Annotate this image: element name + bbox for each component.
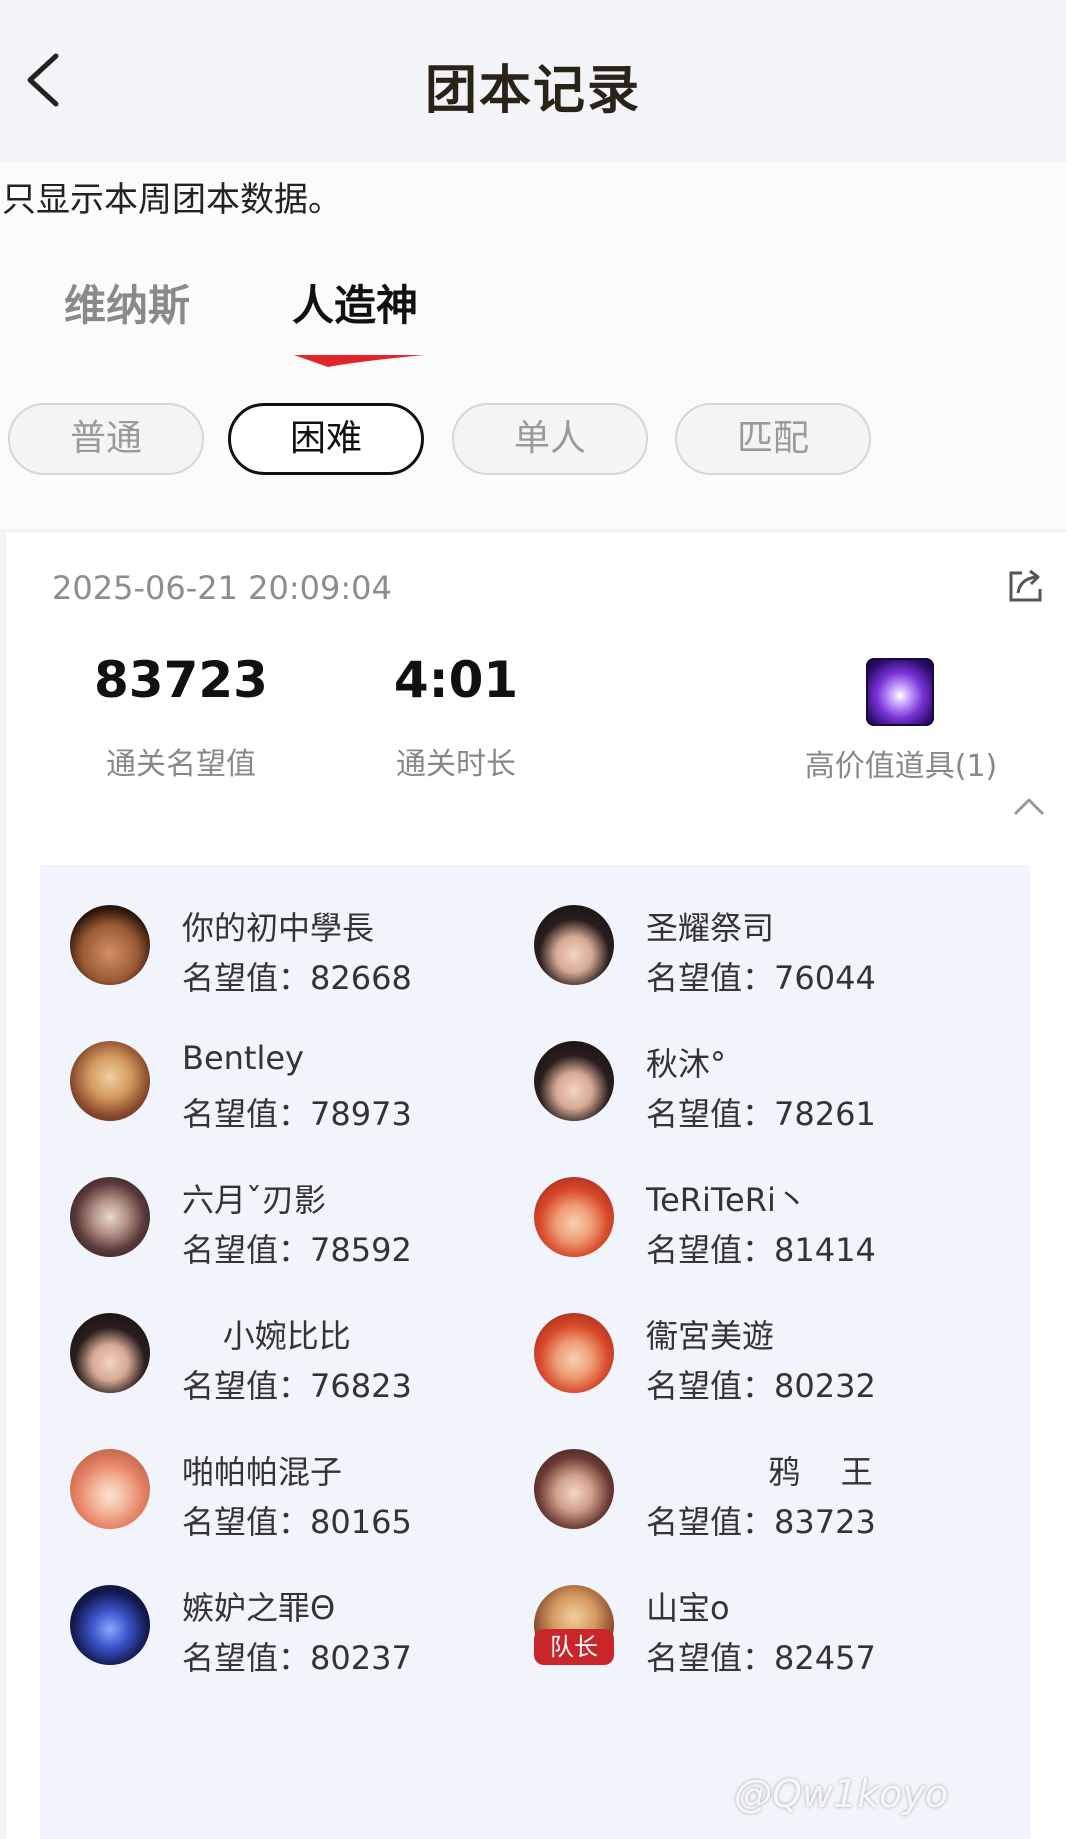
avatar bbox=[70, 1177, 150, 1257]
header-bar: 团本记录 bbox=[0, 0, 1066, 162]
notice-text: 只显示本周团本数据。 bbox=[2, 180, 342, 220]
party-member[interactable]: 秋沐° 名望值：78261 bbox=[534, 1041, 974, 1151]
avatar bbox=[70, 1449, 150, 1529]
active-tab-indicator bbox=[294, 355, 424, 367]
member-fame: 名望值：78592 bbox=[182, 1231, 412, 1269]
avatar bbox=[534, 1041, 614, 1121]
member-fame: 名望值：80237 bbox=[182, 1639, 412, 1677]
member-fame: 名望值：82668 bbox=[182, 959, 412, 997]
mode-chip-normal[interactable]: 普通 bbox=[8, 403, 204, 475]
raid-record-card: 2025-06-21 20:09:04 83723 通关名望值 4:01 通关时… bbox=[6, 533, 1066, 1839]
clear-time-value: 4:01 bbox=[393, 651, 519, 709]
party-member[interactable]: 衞宮美遊 名望值：80232 bbox=[534, 1313, 974, 1423]
member-name: 圣耀祭司 bbox=[646, 909, 775, 947]
member-fame: 名望值：82457 bbox=[646, 1639, 876, 1677]
party-member[interactable]: TeRiTeRi丶 名望值：81414 bbox=[534, 1177, 974, 1287]
party-member[interactable]: 你的初中學長 名望值：82668 bbox=[70, 905, 510, 1015]
page-title: 团本记录 bbox=[424, 61, 641, 121]
member-name: 鸦 王 bbox=[646, 1453, 873, 1491]
record-timestamp: 2025-06-21 20:09:04 bbox=[52, 569, 392, 607]
tab-venus[interactable]: 维纳斯 bbox=[64, 272, 190, 333]
clear-time-label: 通关时长 bbox=[396, 747, 516, 782]
epic-orb-item-icon[interactable] bbox=[866, 658, 934, 726]
chevron-up-icon[interactable] bbox=[1012, 795, 1046, 817]
filter-panel: 维纳斯 人造神 普通 困难 单人 匹配 bbox=[0, 227, 1066, 529]
tab-artificial-god[interactable]: 人造神 bbox=[292, 272, 418, 333]
member-name: 啪帕帕混子 bbox=[182, 1453, 343, 1491]
member-name: 衞宮美遊 bbox=[646, 1317, 775, 1355]
member-name: 六月ˇ刃影 bbox=[182, 1181, 327, 1219]
member-fame: 名望值：78261 bbox=[646, 1095, 876, 1133]
member-fame: 名望值：83723 bbox=[646, 1503, 876, 1541]
avatar bbox=[70, 905, 150, 985]
avatar bbox=[534, 905, 614, 985]
share-icon[interactable] bbox=[1006, 565, 1046, 605]
mode-chip-match[interactable]: 匹配 bbox=[675, 403, 871, 475]
party-roster: 你的初中學長 名望值：82668 圣耀祭司 名望值：76044 Bentley … bbox=[40, 865, 1030, 1839]
member-name: 秋沐° bbox=[646, 1045, 727, 1083]
watermark: @Qw1koyo bbox=[734, 1772, 949, 1816]
clear-fame-value: 83723 bbox=[94, 651, 268, 709]
member-name: 你的初中學長 bbox=[182, 909, 375, 947]
party-member[interactable]: 队长 山宝o 名望值：82457 bbox=[534, 1585, 974, 1695]
member-fame: 名望值：80165 bbox=[182, 1503, 412, 1541]
avatar bbox=[534, 1313, 614, 1393]
mode-chip-solo[interactable]: 单人 bbox=[452, 403, 648, 475]
avatar bbox=[70, 1041, 150, 1121]
party-member[interactable]: 鸦 王 名望值：83723 bbox=[534, 1449, 974, 1559]
member-fame: 名望值：78973 bbox=[182, 1095, 412, 1133]
avatar bbox=[70, 1585, 150, 1665]
party-member[interactable]: 六月ˇ刃影 名望值：78592 bbox=[70, 1177, 510, 1287]
party-member[interactable]: 嫉妒之罪Θ 名望值：80237 bbox=[70, 1585, 510, 1695]
mode-chip-hard[interactable]: 困难 bbox=[228, 403, 424, 475]
avatar bbox=[534, 1449, 614, 1529]
member-fame: 名望值：76823 bbox=[182, 1367, 412, 1405]
member-name: 山宝o bbox=[646, 1589, 730, 1627]
avatar bbox=[534, 1177, 614, 1257]
member-name: 小婉比比 bbox=[182, 1317, 351, 1355]
leader-badge: 队长 bbox=[534, 1629, 614, 1665]
member-fame: 名望值：81414 bbox=[646, 1231, 876, 1269]
avatar bbox=[70, 1313, 150, 1393]
member-name: TeRiTeRi丶 bbox=[646, 1181, 808, 1219]
clear-fame-label: 通关名望值 bbox=[106, 747, 256, 782]
party-member[interactable]: 啪帕帕混子 名望值：80165 bbox=[70, 1449, 510, 1559]
party-member[interactable]: Bentley 名望值：78973 bbox=[70, 1039, 510, 1151]
party-member[interactable]: 圣耀祭司 名望值：76044 bbox=[534, 905, 974, 1015]
member-fame: 名望值：76044 bbox=[646, 959, 876, 997]
member-name: Bentley bbox=[182, 1039, 304, 1077]
notice-bar: 只显示本周团本数据。 bbox=[0, 162, 1066, 227]
member-fame: 名望值：80232 bbox=[646, 1367, 876, 1405]
member-name: 嫉妒之罪Θ bbox=[182, 1589, 336, 1627]
party-member[interactable]: 小婉比比 名望值：76823 bbox=[70, 1313, 510, 1423]
high-value-items-label[interactable]: 高价值道具(1) bbox=[776, 741, 1026, 785]
